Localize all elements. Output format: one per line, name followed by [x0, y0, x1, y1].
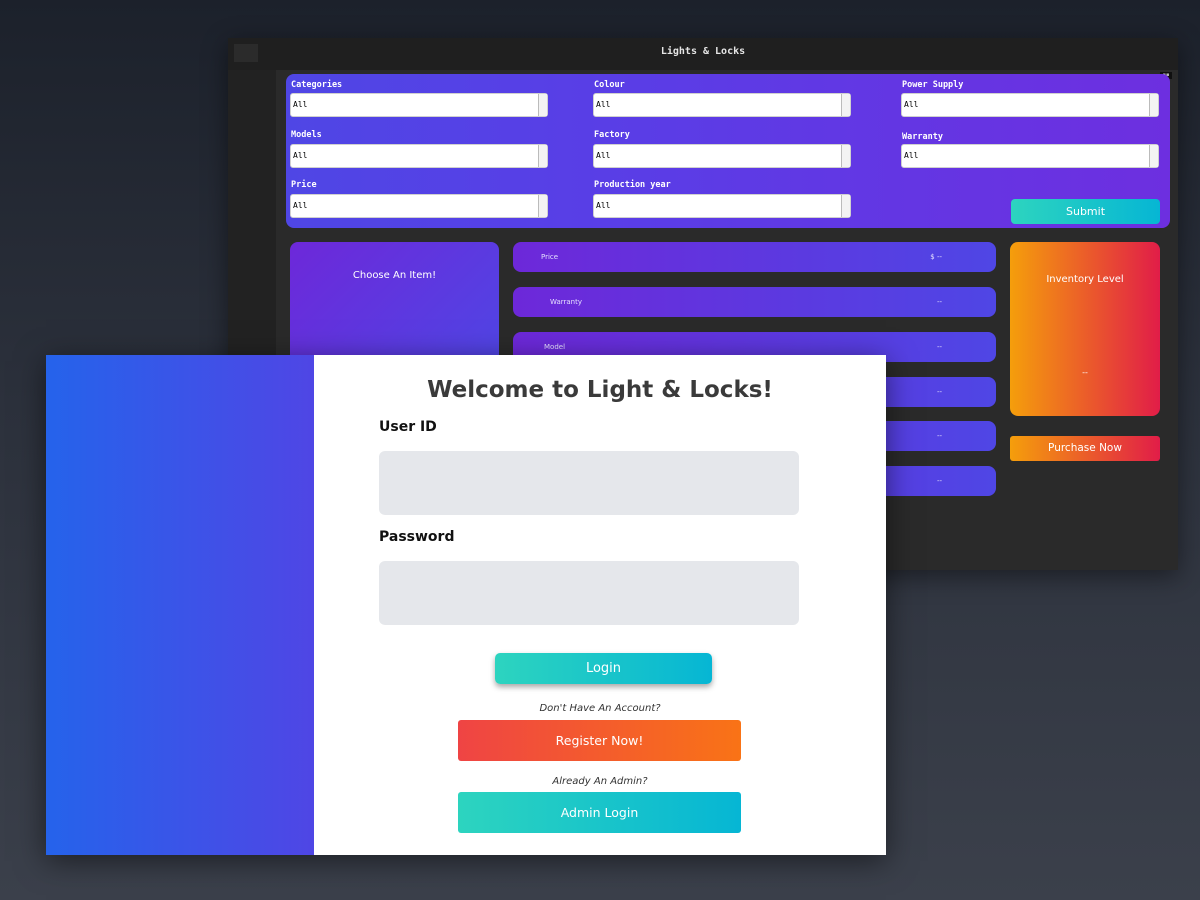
login-button[interactable]: Login — [495, 653, 712, 684]
filter-label-categories: Categories — [291, 80, 343, 90]
login-title: Welcome to Light & Locks! — [427, 377, 773, 403]
filter-select-warranty[interactable]: All — [901, 144, 1159, 168]
user-id-input[interactable] — [379, 451, 799, 515]
register-button[interactable]: Register Now! — [458, 720, 741, 761]
filter-label-warranty: Warranty — [902, 132, 943, 142]
spec-row-warranty: Warranty -- — [513, 287, 996, 317]
filter-value-price: All — [293, 201, 308, 210]
filter-label-production-year: Production year — [594, 180, 671, 190]
filter-label-models: Models — [291, 130, 322, 140]
filter-value-warranty: All — [904, 151, 919, 160]
dropdown-arrow-icon — [841, 94, 850, 116]
spec-label: Warranty — [550, 298, 583, 306]
dropdown-arrow-icon — [1149, 145, 1158, 167]
dropdown-arrow-icon — [538, 94, 547, 116]
filter-label-factory: Factory — [594, 130, 630, 140]
inventory-card: Inventory Level -- — [1010, 242, 1160, 416]
catalog-window-title: Lights & Locks — [660, 46, 746, 57]
no-account-text: Don't Have An Account? — [539, 703, 661, 714]
dropdown-arrow-icon — [538, 145, 547, 167]
filter-select-models[interactable]: All — [290, 144, 548, 168]
filter-value-factory: All — [596, 151, 611, 160]
user-id-label: User ID — [379, 419, 437, 435]
filter-select-colour[interactable]: All — [593, 93, 851, 117]
inventory-value: -- — [1082, 368, 1088, 377]
catalog-titlebar: Lights & Locks — [228, 38, 1178, 70]
spec-value: -- — [936, 388, 942, 396]
item-preview-card[interactable]: Choose An Item! — [290, 242, 499, 372]
filter-select-power-supply[interactable]: All — [901, 93, 1159, 117]
login-window: Welcome to Light & Locks! User ID Passwo… — [46, 355, 886, 855]
filter-value-power-supply: All — [904, 100, 919, 109]
filter-value-categories: All — [293, 100, 308, 109]
dropdown-arrow-icon — [538, 195, 547, 217]
spec-value: -- — [936, 432, 942, 440]
spec-label: Price — [541, 253, 559, 261]
spec-value: -- — [936, 343, 942, 351]
choose-item-text: Choose An Item! — [352, 270, 437, 281]
spec-label: Model — [544, 343, 566, 351]
purchase-button[interactable]: Purchase Now — [1010, 436, 1160, 461]
filter-select-production-year[interactable]: All — [593, 194, 851, 218]
filter-select-price[interactable]: All — [290, 194, 548, 218]
inventory-title: Inventory Level — [1046, 274, 1124, 285]
filter-value-colour: All — [596, 100, 611, 109]
filter-select-categories[interactable]: All — [290, 93, 548, 117]
login-side-panel — [46, 355, 314, 855]
filter-value-models: All — [293, 151, 308, 160]
filter-label-price: Price — [291, 180, 317, 190]
filter-value-production-year: All — [596, 201, 611, 210]
dropdown-arrow-icon — [1149, 94, 1158, 116]
spec-value: -- — [936, 477, 942, 485]
submit-button[interactable]: Submit — [1011, 199, 1160, 224]
filter-select-factory[interactable]: All — [593, 144, 851, 168]
password-label: Password — [379, 529, 455, 545]
admin-hint-text: Already An Admin? — [552, 776, 648, 787]
filter-label-power-supply: Power Supply — [902, 80, 964, 90]
spec-row-price: Price $ -- — [513, 242, 996, 272]
admin-login-button[interactable]: Admin Login — [458, 792, 741, 833]
spec-value: -- — [936, 298, 942, 306]
password-input[interactable] — [379, 561, 799, 625]
dropdown-arrow-icon — [841, 195, 850, 217]
spec-value: $ -- — [930, 253, 942, 261]
dropdown-arrow-icon — [841, 145, 850, 167]
filter-label-colour: Colour — [594, 80, 625, 90]
